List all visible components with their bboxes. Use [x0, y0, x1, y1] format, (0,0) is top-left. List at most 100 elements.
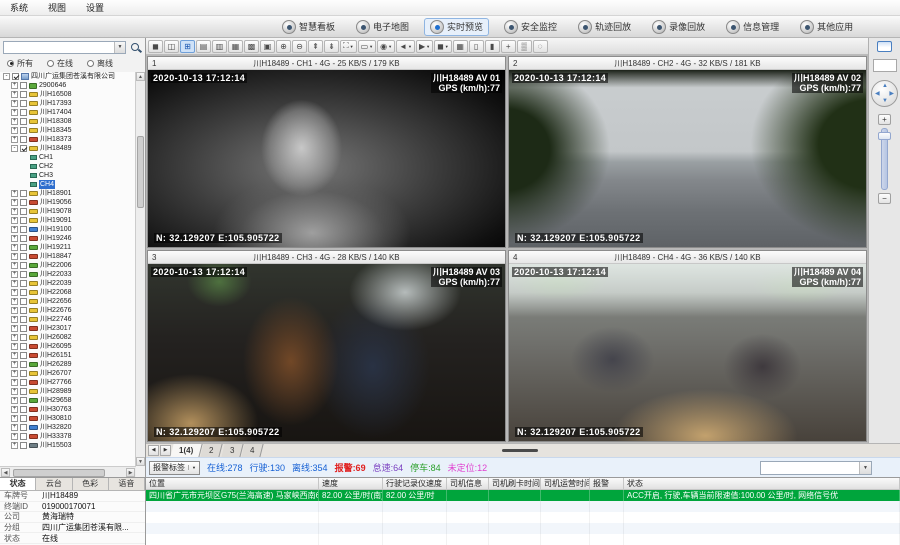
- vehicle-row[interactable]: +川H16508: [0, 90, 136, 99]
- expand-icon[interactable]: +: [11, 199, 18, 206]
- slider-thumb[interactable]: [878, 132, 891, 140]
- vehicle-row[interactable]: +川H22006: [0, 261, 136, 270]
- vehicle-row[interactable]: +川H26151: [0, 351, 136, 360]
- menu-system[interactable]: 系统: [0, 0, 38, 15]
- safety-monitoring-button[interactable]: 安全监控: [498, 18, 563, 36]
- layout-2-button[interactable]: ◫: [164, 40, 179, 53]
- chevron-down-icon[interactable]: ▼: [445, 44, 449, 49]
- page-prev-icon[interactable]: ◀: [148, 445, 159, 456]
- vehicle-row[interactable]: +川H27766: [0, 378, 136, 387]
- expand-icon[interactable]: +: [11, 361, 18, 368]
- vehicle-checkbox[interactable]: [20, 415, 27, 422]
- vehicle-row[interactable]: +川H26289: [0, 360, 136, 369]
- expand-icon[interactable]: +: [11, 118, 18, 125]
- info-tab-status[interactable]: 状态: [0, 478, 36, 490]
- expand-icon[interactable]: +: [11, 244, 18, 251]
- vehicle-checkbox[interactable]: [20, 298, 27, 305]
- refresh-button[interactable]: ◌: [533, 40, 548, 53]
- expand-icon[interactable]: +: [11, 109, 18, 116]
- vehicle-row[interactable]: +川H33378: [0, 432, 136, 441]
- vehicle-row[interactable]: +川H28989: [0, 387, 136, 396]
- channel-row[interactable]: CH3: [0, 171, 136, 180]
- window-icon[interactable]: [877, 41, 892, 52]
- vehicle-checkbox[interactable]: [20, 118, 27, 125]
- expand-icon[interactable]: +: [11, 82, 18, 89]
- vehicle-row[interactable]: +川H19078: [0, 207, 136, 216]
- splitter-handle[interactable]: [502, 449, 538, 452]
- expand-icon[interactable]: +: [11, 262, 18, 269]
- expand-icon[interactable]: +: [11, 271, 18, 278]
- vehicle-checkbox[interactable]: [20, 136, 27, 143]
- vehicle-row[interactable]: +川H22039: [0, 279, 136, 288]
- filter-online[interactable]: 在线: [47, 58, 73, 69]
- expand-icon[interactable]: +: [11, 397, 18, 404]
- layout-custom-button[interactable]: ▣: [260, 40, 275, 53]
- scroll-down-icon[interactable]: ▼: [136, 457, 145, 466]
- column-header[interactable]: 司机运营时间: [541, 478, 590, 489]
- vehicle-checkbox[interactable]: [20, 127, 27, 134]
- filter-offline[interactable]: 离线: [87, 58, 113, 69]
- vehicle-row[interactable]: +川H26082: [0, 333, 136, 342]
- chevron-down-icon[interactable]: ▼: [369, 44, 373, 49]
- record-button[interactable]: ▭▼: [358, 40, 377, 53]
- vehicle-row[interactable]: -川H18489: [0, 144, 136, 153]
- expand-icon[interactable]: +: [11, 298, 18, 305]
- menu-settings[interactable]: 设置: [76, 0, 114, 15]
- vehicle-checkbox[interactable]: [20, 361, 27, 368]
- audio-button[interactable]: ◄▼: [396, 40, 415, 53]
- vehicle-row[interactable]: +川H18901: [0, 189, 136, 198]
- page-tab-2[interactable]: 2: [201, 444, 224, 457]
- info-management-button[interactable]: 信息管理: [720, 18, 785, 36]
- expand-icon[interactable]: +: [11, 127, 18, 134]
- video-cell-3[interactable]: 3 川H18489 - CH3 - 4G - 28 KB/S / 140 KB …: [147, 250, 506, 442]
- vehicle-row[interactable]: +川H29658: [0, 396, 136, 405]
- layout-4-button[interactable]: ⊞: [180, 40, 195, 53]
- expand-icon[interactable]: +: [11, 352, 18, 359]
- layout-8-button[interactable]: ▥: [212, 40, 227, 53]
- stop-button[interactable]: ◼▼: [434, 40, 452, 53]
- arrow-left-icon[interactable]: ◀: [875, 91, 880, 97]
- video-cell-2[interactable]: 2 川H18489 - CH2 - 4G - 32 KB/S / 181 KB …: [508, 56, 867, 248]
- vehicle-search-input[interactable]: ▼: [3, 41, 126, 54]
- vehicle-checkbox[interactable]: [20, 406, 27, 413]
- expand-icon[interactable]: +: [11, 190, 18, 197]
- vehicle-checkbox[interactable]: [20, 145, 27, 152]
- layout-16-button[interactable]: ▩: [244, 40, 259, 53]
- zoom-out-button[interactable]: ⊖: [292, 40, 307, 53]
- chevron-down-icon[interactable]: ▼: [388, 44, 392, 49]
- vehicle-checkbox[interactable]: [20, 271, 27, 278]
- vehicle-row[interactable]: +川H22746: [0, 315, 136, 324]
- vehicle-row[interactable]: +川H15503: [0, 441, 136, 450]
- vehicle-checkbox[interactable]: [20, 343, 27, 350]
- vehicle-row[interactable]: +川H22068: [0, 288, 136, 297]
- collapse-icon[interactable]: -: [3, 73, 10, 80]
- arrow-right-icon[interactable]: ▶: [889, 91, 894, 97]
- vehicle-checkbox[interactable]: [20, 91, 27, 98]
- channel-row[interactable]: CH4: [0, 180, 136, 189]
- expand-icon[interactable]: +: [11, 343, 18, 350]
- vehicle-row[interactable]: +川H23017: [0, 324, 136, 333]
- delete-button[interactable]: ▮: [485, 40, 500, 53]
- expand-icon[interactable]: +: [11, 280, 18, 287]
- radio-icon[interactable]: [7, 60, 14, 67]
- expand-icon[interactable]: +: [11, 406, 18, 413]
- vehicle-checkbox[interactable]: [20, 244, 27, 251]
- vehicle-row[interactable]: +川H18847: [0, 252, 136, 261]
- expand-icon[interactable]: +: [11, 100, 18, 107]
- vehicle-row[interactable]: +川H19100: [0, 225, 136, 234]
- vehicle-checkbox[interactable]: [20, 379, 27, 386]
- vehicle-checkbox[interactable]: [20, 334, 27, 341]
- tree-root-row[interactable]: -四川广运集团苍溪有限公司: [0, 72, 136, 81]
- video-feed-driver-cam[interactable]: 2020-10-13 17:12:14 川H18489 AV 01 GPS (k…: [148, 70, 505, 247]
- expand-icon[interactable]: +: [11, 316, 18, 323]
- vehicle-checkbox[interactable]: [20, 199, 27, 206]
- vehicle-row[interactable]: +川H19056: [0, 198, 136, 207]
- smart-dashboard-button[interactable]: 智慧看板: [276, 18, 341, 36]
- layout-6-button[interactable]: ▤: [196, 40, 211, 53]
- vehicle-checkbox[interactable]: [20, 235, 27, 242]
- expand-icon[interactable]: +: [11, 442, 18, 449]
- ptz-value-field[interactable]: [873, 59, 897, 72]
- layout-9-button[interactable]: ▦: [228, 40, 243, 53]
- vehicle-row[interactable]: +川H17404: [0, 108, 136, 117]
- vehicle-checkbox[interactable]: [20, 433, 27, 440]
